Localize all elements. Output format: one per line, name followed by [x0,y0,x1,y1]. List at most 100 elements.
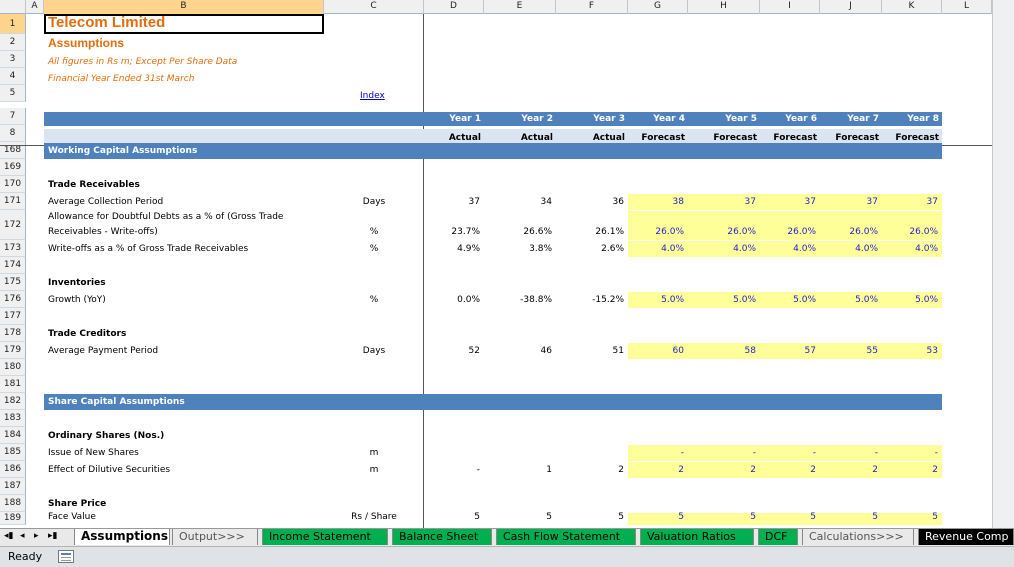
row-header[interactable]: 3 [0,51,26,68]
value-cell[interactable]: - [760,446,816,460]
value-cell[interactable]: 5 [556,510,624,524]
value-cell[interactable]: 2 [820,463,878,477]
column-header-k[interactable]: K [882,0,942,14]
value-cell[interactable]: 26.1% [556,225,624,239]
column-header-a[interactable]: A [26,0,44,14]
value-cell[interactable]: 5.0% [688,293,756,307]
value-cell[interactable]: 4.9% [424,242,480,256]
value-cell[interactable]: 2.6% [556,242,624,256]
value-cell[interactable]: 1 [484,463,552,477]
value-cell[interactable]: - [424,463,480,477]
column-header-g[interactable]: G [628,0,688,14]
value-cell[interactable]: 5 [628,510,684,524]
row-header[interactable]: 180 [0,359,26,376]
tab-nav-next-icon[interactable]: ▸ [32,529,41,545]
value-cell[interactable]: 37 [760,195,816,209]
column-header-e[interactable]: E [484,0,556,14]
sheet-tab[interactable]: Income Statement [262,529,388,545]
column-header-h[interactable]: H [688,0,760,14]
value-cell[interactable]: 26.0% [882,225,938,239]
row-header[interactable]: 182 [0,393,26,410]
value-cell[interactable]: 0.0% [424,293,480,307]
value-cell[interactable]: 4.0% [688,242,756,256]
value-cell[interactable]: 2 [882,463,938,477]
value-cell[interactable]: - [688,446,756,460]
row-header[interactable]: 175 [0,274,26,291]
value-cell[interactable]: 4.0% [760,242,816,256]
value-cell[interactable]: 58 [688,344,756,358]
row-header[interactable]: 173 [0,240,26,257]
value-cell[interactable]: 57 [760,344,816,358]
value-cell[interactable]: 60 [628,344,684,358]
row-header[interactable]: 7 [0,108,26,125]
value-cell[interactable]: 26.6% [484,225,552,239]
value-cell[interactable]: 46 [484,344,552,358]
row-header[interactable]: 172 [0,210,26,240]
value-cell[interactable]: 37 [882,195,938,209]
value-cell[interactable]: 38 [628,195,684,209]
value-cell[interactable]: 26.0% [688,225,756,239]
value-cell[interactable]: 4.0% [820,242,878,256]
sheet-tab[interactable]: Cash Flow Statement [496,529,636,545]
row-header[interactable]: 170 [0,176,26,193]
value-cell[interactable]: 5 [882,510,938,524]
value-cell[interactable]: 36 [556,195,624,209]
column-header-c[interactable]: C [324,0,424,14]
select-all-corner[interactable] [0,0,26,14]
tab-nav-last-icon[interactable]: ▸▮ [46,529,59,545]
value-cell[interactable]: 37 [424,195,480,209]
row-header[interactable]: 8 [0,125,26,142]
sheet-tab[interactable]: Assumptions [74,529,170,545]
value-cell[interactable]: -15.2% [556,293,624,307]
column-header-i[interactable]: I [760,0,820,14]
sheet-tab[interactable]: Revenue Comp [918,529,1014,545]
value-cell[interactable]: 5.0% [820,293,878,307]
column-header-d[interactable]: D [424,0,484,14]
tab-nav-prev-icon[interactable]: ◂ [18,529,27,545]
row-header[interactable]: 179 [0,342,26,359]
value-cell[interactable]: 5 [484,510,552,524]
value-cell[interactable]: - [820,446,878,460]
value-cell[interactable]: 2 [556,463,624,477]
row-header[interactable]: 188 [0,495,26,512]
row-header[interactable]: 183 [0,410,26,427]
value-cell[interactable]: 5.0% [882,293,938,307]
row-header[interactable]: 178 [0,325,26,342]
vertical-scrollbar[interactable] [992,0,1014,528]
value-cell[interactable]: 2 [760,463,816,477]
value-cell[interactable]: 4.0% [882,242,938,256]
row-header[interactable]: 181 [0,376,26,393]
value-cell[interactable]: 26.0% [820,225,878,239]
column-header-l[interactable]: L [942,0,992,14]
value-cell[interactable]: 2 [688,463,756,477]
value-cell[interactable]: - [882,446,938,460]
value-cell[interactable]: 52 [424,344,480,358]
row-header[interactable]: 1 [0,14,26,34]
column-header-f[interactable]: F [556,0,628,14]
row-header[interactable]: 187 [0,478,26,495]
row-header[interactable]: 2 [0,34,26,51]
row-header[interactable]: 5 [0,85,26,102]
value-cell[interactable]: 5 [688,510,756,524]
row-header[interactable]: 184 [0,427,26,444]
value-cell[interactable]: -38.8% [484,293,552,307]
worksheet-grid[interactable]: 1 2 3 4 5 7 8 168 169 170 171 172 173 174 175 176 177 178… [0,14,992,528]
sheet-tab[interactable]: Output>>> [172,529,258,545]
value-cell[interactable]: 53 [882,344,938,358]
value-cell[interactable]: 51 [556,344,624,358]
value-cell[interactable]: 5.0% [760,293,816,307]
sheet-tab[interactable]: Valuation Ratios [640,529,754,545]
column-header-j[interactable]: J [820,0,882,14]
row-header[interactable]: 185 [0,444,26,461]
value-cell[interactable]: 4.0% [628,242,684,256]
sheet-tab[interactable]: DCF [758,529,798,545]
value-cell[interactable]: 5 [760,510,816,524]
column-header-b[interactable]: B [44,0,324,14]
row-header[interactable]: 174 [0,257,26,274]
value-cell[interactable]: 23.7% [424,225,480,239]
value-cell[interactable]: 37 [820,195,878,209]
tab-nav-first-icon[interactable]: ◂▮ [2,529,15,545]
value-cell[interactable]: 26.0% [760,225,816,239]
value-cell[interactable]: - [628,446,684,460]
row-header[interactable]: 4 [0,68,26,85]
